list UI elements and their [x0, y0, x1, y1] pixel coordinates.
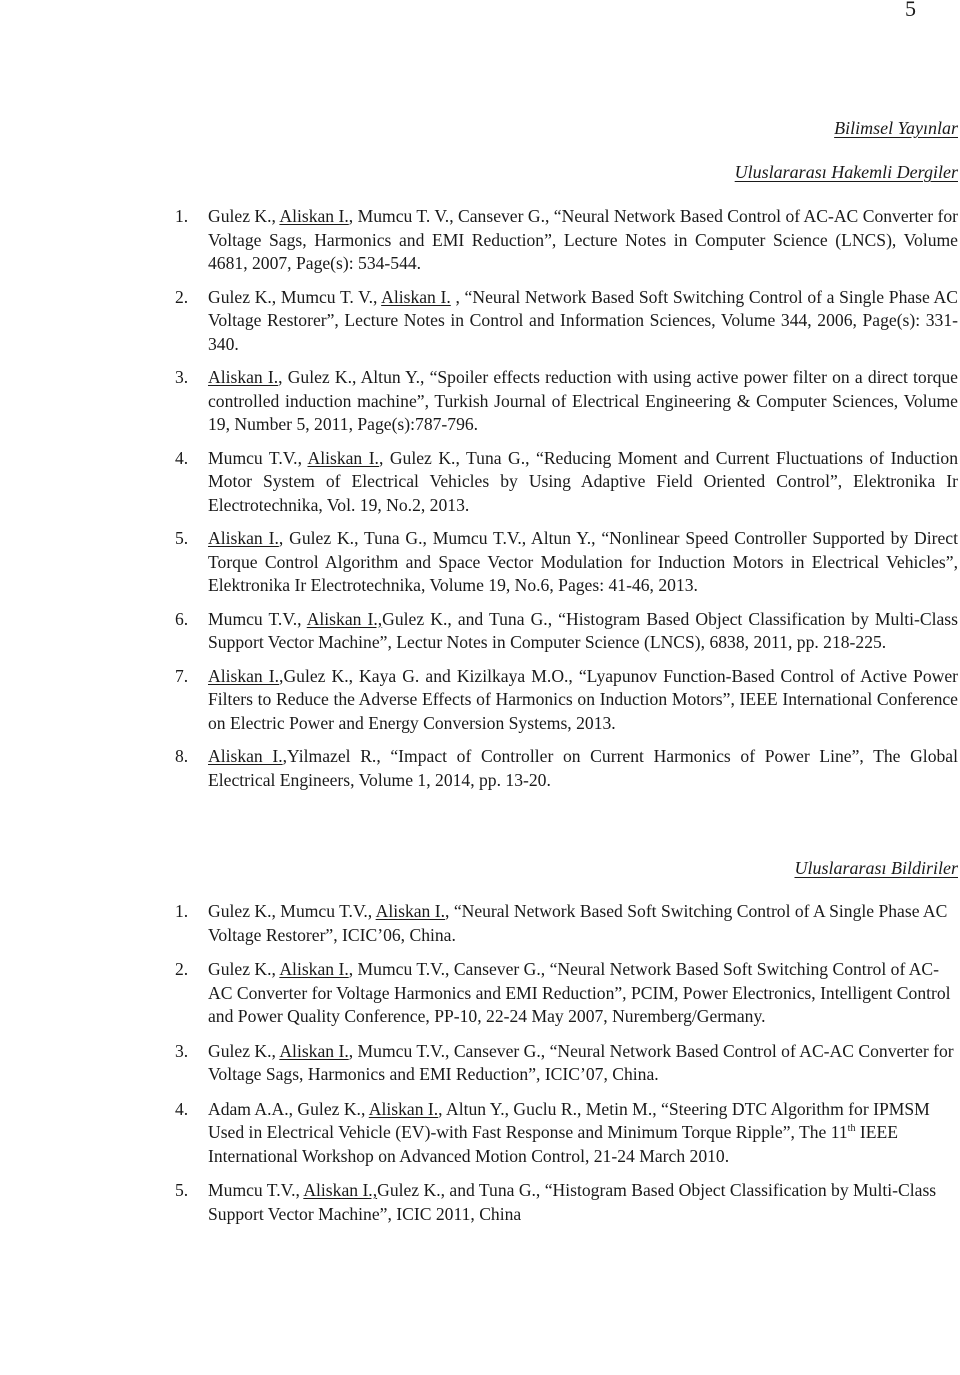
highlighted-author: Aliskan I.,: [306, 608, 383, 629]
entry-number: 1.: [175, 901, 189, 921]
citation-text: Mumcu T.V.,: [208, 1180, 304, 1200]
conference-entry: 4. Adam A.A., Gulez K., Aliskan I., Altun…: [175, 1098, 958, 1169]
citation-text: , Gulez K., Altun Y., “Spoiler effects r…: [208, 367, 958, 434]
citation-text: ,Yilmazel R., “Impact of Controller on C…: [208, 746, 958, 790]
highlighted-author: Aliskan I.: [279, 1040, 349, 1061]
citation-text: Mumcu T.V.,: [208, 608, 307, 629]
citation-text: Gulez K., Mumcu T.V.,: [208, 901, 376, 921]
conference-entry: 2. Gulez K., Aliskan I., Mumcu T.V., Cans…: [175, 958, 958, 1029]
highlighted-author: Aliskan I.: [208, 665, 280, 686]
citation-text: Mumcu T.V.,: [208, 447, 308, 468]
entry-number: 2.: [175, 286, 189, 307]
entry-number: 3.: [175, 367, 189, 387]
journal-entry: 7. Aliskan I.,Gulez K., Kaya G. and Kizil…: [175, 665, 958, 736]
journal-entry: 6. Mumcu T.V., Aliskan I.,Gulez K., and T…: [175, 608, 958, 655]
conference-entry: 1. Gulez K., Mumcu T.V., Aliskan I., “Neu…: [175, 900, 958, 947]
journal-publication-list: 1. Gulez K., Aliskan I., Mumcu T. V., Can…: [175, 205, 958, 802]
entry-number: 5.: [175, 528, 189, 548]
entry-number: 4.: [175, 447, 189, 468]
citation-text: Gulez K.,: [208, 206, 280, 226]
section-heading-scientific-publications: Bilimsel Yayınlar: [834, 118, 958, 138]
journal-entry: 2. Gulez K., Mumcu T. V., Aliskan I. , “N…: [175, 286, 958, 357]
highlighted-author: Aliskan I.: [208, 528, 279, 548]
journal-entry: 3. Aliskan I., Gulez K., Altun Y., “Spoil…: [175, 366, 958, 437]
entry-number: 4.: [175, 1098, 189, 1119]
highlighted-author: Aliskan I.: [279, 206, 349, 226]
entry-number: 8.: [175, 746, 189, 766]
journal-entry: 4. Mumcu T.V., Aliskan I., Gulez K., Tuna…: [175, 447, 958, 518]
citation-text: , Gulez K., Tuna G., Mumcu T.V., Altun Y…: [208, 528, 958, 595]
section-heading-international-conferences: Uluslararası Bildiriler: [794, 858, 958, 878]
entry-number: 7.: [175, 665, 189, 686]
citation-text: ,Gulez K., Kaya G. and Kizilkaya M.O., “…: [208, 665, 959, 733]
citation-text: Adam A.A., Gulez K.,: [208, 1098, 369, 1119]
page-number: 5: [905, 0, 916, 21]
journal-entry: 1. Gulez K., Aliskan I., Mumcu T. V., Can…: [175, 205, 958, 276]
highlighted-author: Aliskan I.: [208, 746, 283, 766]
journal-entry: 8. Aliskan I.,Yilmazel R., “Impact of Con…: [175, 745, 958, 792]
entry-number: 3.: [175, 1040, 189, 1061]
conference-publication-list: 1. Gulez K., Mumcu T.V., Aliskan I., “Neu…: [175, 900, 958, 1237]
entry-number: 2.: [175, 959, 189, 979]
citation-text: Gulez K.,: [208, 959, 280, 979]
section-heading-international-journals: Uluslararası Hakemli Dergiler: [734, 162, 958, 182]
conference-entry: 3. Gulez K., Aliskan I., Mumcu T.V., Cans…: [175, 1040, 958, 1087]
citation-text: Gulez K., Mumcu T. V.,: [208, 286, 382, 307]
highlighted-author: Aliskan I.: [381, 286, 451, 307]
highlighted-author: Aliskan I.: [279, 959, 349, 979]
entry-number: 6.: [175, 608, 189, 629]
journal-entry: 5. Aliskan I., Gulez K., Tuna G., Mumcu T…: [175, 527, 958, 598]
entry-number: 5.: [175, 1180, 189, 1200]
highlighted-author: Aliskan I.: [307, 447, 379, 468]
conference-entry: 5. Mumcu T.V., Aliskan I.,Gulez K., and T…: [175, 1179, 958, 1226]
highlighted-author: Aliskan I.: [375, 901, 446, 921]
entry-number: 1.: [175, 206, 189, 226]
highlighted-author: Aliskan I.: [368, 1098, 439, 1119]
highlighted-author: Aliskan I.,: [303, 1180, 378, 1200]
highlighted-author: Aliskan I.: [208, 367, 279, 387]
citation-text: Gulez K.,: [208, 1040, 280, 1061]
